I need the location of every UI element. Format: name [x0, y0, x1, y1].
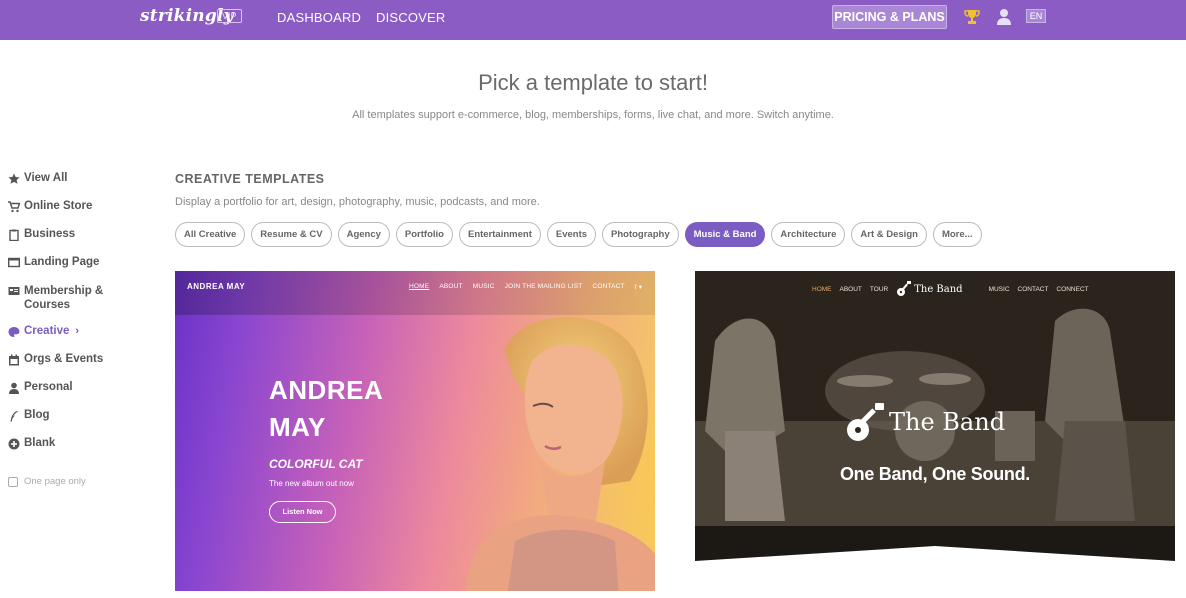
hero-name-line1: ANDREA — [269, 375, 384, 405]
sidebar-item-label: Personal — [24, 381, 73, 393]
template-nav-home: HOME — [812, 285, 832, 293]
template-logo-small: The Band — [914, 283, 963, 295]
template-album-desc: The new album out now — [269, 479, 354, 488]
vip-badge: VIP — [217, 9, 242, 23]
sidebar-item-label: Online Store — [24, 200, 93, 212]
guitar-icon — [847, 403, 884, 441]
section-title: CREATIVE TEMPLATES — [175, 172, 325, 186]
sidebar-item-label: Orgs & Events — [24, 353, 104, 365]
filter-more[interactable]: More... — [932, 222, 982, 247]
person-icon — [9, 382, 19, 394]
sidebar-item-blank[interactable]: Blank — [8, 437, 158, 465]
monitor-icon — [8, 257, 20, 268]
membership-icon — [8, 287, 20, 295]
cart-icon — [8, 201, 20, 213]
template-listen-button: Listen Now — [269, 501, 336, 523]
plus-circle-icon — [8, 438, 20, 450]
filter-music-band[interactable]: Music & Band — [684, 222, 766, 247]
template-card-the-band[interactable]: HOME ABOUT TOUR The Band MUSIC CONTACT C… — [695, 271, 1175, 591]
section-subtitle: Display a portfolio for art, design, pho… — [175, 196, 540, 208]
template-card-andrea-may[interactable]: ANDREA MAY HOME ABOUT MUSIC JOIN THE MAI… — [175, 271, 655, 591]
top-navbar: strikingly VIP DASHBOARD DISCOVER PRICIN… — [0, 0, 1186, 40]
template-nav-social: f ▾ — [634, 284, 643, 291]
briefcase-icon — [9, 229, 19, 241]
template-preview-navbar: ANDREA MAY HOME ABOUT MUSIC JOIN THE MAI… — [175, 271, 655, 315]
template-nav-contact: CONTACT — [1017, 285, 1049, 293]
sidebar-item-blog[interactable]: Blog — [8, 409, 158, 437]
sidebar-item-label: Membership & — [24, 285, 104, 297]
palette-icon — [8, 327, 20, 337]
sidebar-item-orgs-events[interactable]: Orgs & Events — [8, 353, 158, 381]
template-nav-about: ABOUT — [839, 285, 862, 293]
template-logo: The Band — [845, 401, 1005, 443]
template-slogan: One Band, One Sound. — [839, 464, 1030, 484]
sidebar-item-creative[interactable]: Creative › — [8, 325, 158, 353]
pricing-plans-button[interactable]: PRICING & PLANS — [832, 5, 947, 29]
sidebar-item-label: Business — [24, 228, 76, 240]
filter-resume-cv[interactable]: Resume & CV — [251, 222, 332, 247]
sidebar-item-label: Creative — [24, 325, 70, 337]
template-nav-about: ABOUT — [439, 283, 463, 290]
filter-events[interactable]: Events — [546, 222, 597, 247]
filter-portfolio[interactable]: Portfolio — [395, 222, 453, 247]
sidebar-item-online-store[interactable]: Online Store — [8, 200, 158, 228]
sidebar-item-label: Blank — [24, 437, 56, 449]
filter-photography[interactable]: Photography — [602, 222, 679, 247]
template-preview-navbar: HOME ABOUT TOUR The Band MUSIC CONTACT C… — [812, 281, 1097, 297]
sidebar-item-label: Blog — [24, 409, 50, 421]
template-nav-contact: CONTACT — [592, 283, 625, 290]
checkbox-box[interactable] — [8, 476, 18, 487]
page-subtitle: All templates support e-commerce, blog, … — [352, 109, 834, 121]
filter-art-design[interactable]: Art & Design — [851, 222, 927, 247]
guitar-icon — [897, 281, 912, 296]
filter-agency[interactable]: Agency — [337, 222, 390, 247]
category-filter-bar: All Creative Resume & CV Agency Portfoli… — [175, 222, 988, 247]
sidebar-item-label-group: Membership & Courses — [24, 284, 103, 312]
category-sidebar: View All Online Store Business Landing P… — [8, 172, 158, 465]
one-page-only-checkbox[interactable]: One page only — [8, 476, 86, 487]
sidebar-item-landing-page[interactable]: Landing Page — [8, 256, 158, 284]
page-title: Pick a template to start! — [478, 70, 708, 95]
template-nav-connect: CONNECT — [1056, 285, 1089, 293]
template-nav-mailing: JOIN THE MAILING LIST — [504, 283, 583, 290]
nav-dashboard-link[interactable]: DASHBOARD — [277, 10, 361, 25]
chevron-right-icon: › — [75, 325, 80, 337]
nav-discover-link[interactable]: DISCOVER — [376, 10, 446, 25]
sidebar-item-business[interactable]: Business — [8, 228, 158, 256]
template-nav: HOME ABOUT MUSIC JOIN THE MAILING LIST C… — [409, 283, 652, 291]
trophy-icon[interactable] — [964, 9, 980, 25]
one-page-only-label: One page only — [24, 476, 86, 487]
template-brand: ANDREA MAY — [187, 282, 246, 291]
sidebar-item-view-all[interactable]: View All — [8, 172, 158, 200]
template-hero-name: ANDREA MAY — [269, 372, 383, 446]
language-selector[interactable]: EN — [1026, 9, 1046, 23]
filter-entertainment[interactable]: Entertainment — [458, 222, 541, 247]
sidebar-item-membership-courses[interactable]: Membership & Courses — [8, 284, 158, 325]
filter-architecture[interactable]: Architecture — [771, 222, 846, 247]
calendar-icon — [9, 354, 19, 366]
template-album-title: COLORFUL CAT — [269, 457, 363, 471]
template-nav-music: MUSIC — [472, 283, 495, 290]
user-account-icon[interactable] — [996, 8, 1012, 25]
sidebar-item-label: View All — [24, 172, 68, 184]
template-logo-text: The Band — [889, 408, 1006, 436]
star-icon — [8, 173, 20, 184]
template-nav-home: HOME — [409, 283, 430, 290]
template-nav-music: MUSIC — [988, 285, 1010, 293]
sidebar-item-personal[interactable]: Personal — [8, 381, 158, 409]
sidebar-item-label: Landing Page — [24, 256, 100, 268]
sidebar-item-label-line2: Courses — [24, 299, 71, 311]
quill-icon — [10, 410, 19, 422]
hero-name-line2: MAY — [269, 412, 326, 442]
filter-all-creative[interactable]: All Creative — [175, 222, 246, 247]
template-nav-tour: TOUR — [869, 285, 889, 293]
portrait-photo — [465, 317, 655, 591]
